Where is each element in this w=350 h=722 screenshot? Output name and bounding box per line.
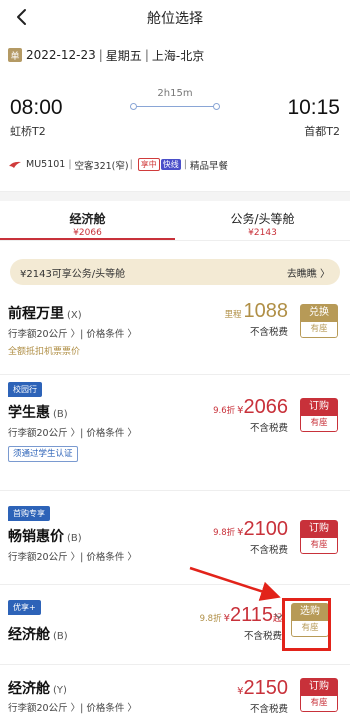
separator: | — [98, 48, 103, 62]
aircraft-type: 空客321(窄) — [74, 160, 129, 172]
row-divider — [0, 664, 350, 665]
flight-times: 08:00 虹桥T2 2h15m 10:15 首都T2 — [0, 68, 350, 138]
tab-label: 经济舱 — [69, 212, 106, 226]
fare-name: 前程万里 (X) — [8, 306, 82, 322]
tab-economy[interactable]: 经济舱 ¥2066 — [0, 201, 175, 240]
row-divider — [0, 374, 350, 375]
fare-conditions[interactable]: 行李额20公斤 〉| 价格条件 〉 — [8, 326, 137, 340]
order-button[interactable]: 订购 有座 — [300, 678, 338, 712]
tab-label: 公务/头等舱 — [230, 212, 295, 226]
arrival-airport: 首都T2 — [304, 125, 340, 138]
flight-number: MU5101 — [26, 159, 66, 170]
departure-time: 08:00 — [10, 96, 63, 119]
one-way-tag: 单 — [8, 48, 22, 62]
section-divider — [0, 191, 350, 201]
upgrade-promo-banner[interactable]: ¥2143可享公务/头等舱 去瞧瞧 〉 — [10, 259, 340, 285]
meal-info: 精品早餐 — [189, 160, 228, 172]
route-summary: 单 2022-12-23 | 星期五 | 上海-北京 — [0, 42, 350, 68]
promo-badge: 首购专享 — [8, 506, 50, 521]
fare-conditions[interactable]: 行李额20公斤 〉| 价格条件 〉 — [8, 425, 137, 439]
departure-airport: 虹桥T2 — [10, 125, 46, 138]
fare-price: 9.8折 ¥2100 不含税费 — [213, 518, 288, 556]
promo-badge: 优享+ — [8, 600, 41, 615]
fare-price: ¥2150 不含税费 — [237, 677, 288, 715]
fare-row: 前程万里 (X) 行李额20公斤 〉| 价格条件 〉 全额抵扣机票票价 里程 108… — [0, 292, 350, 372]
promo-text: ¥2143可享公务/头等舱 — [20, 268, 126, 280]
flight-date: 2022-12-23 — [26, 48, 96, 62]
order-button[interactable]: 订购 有座 — [300, 520, 338, 554]
separator: | — [144, 48, 149, 62]
separator: | — [68, 159, 72, 170]
airline-logo-icon — [9, 161, 21, 168]
fare-name: 经济舱 (Y) — [8, 681, 67, 697]
tab-business-first[interactable]: 公务/头等舱 ¥2143 — [175, 201, 350, 240]
top-bar: 舱位选择 — [0, 0, 350, 36]
fare-row: 经济舱 (Y) 行李额20公斤 〉| 价格条件 〉 ¥2150 不含税费 订购 有… — [0, 672, 350, 722]
fare-name: 畅销惠价 (B) — [8, 529, 82, 545]
separator: | — [183, 159, 187, 170]
flight-info: MU5101 | 空客321(窄) | 享中 快线 | 精品早餐 — [8, 155, 342, 174]
route-line — [134, 106, 216, 107]
promo-link[interactable]: 去瞧瞧 〉 — [287, 265, 330, 280]
fare-row: 首购专享 畅销惠价 (B) 行李额20公斤 〉| 价格条件 〉 9.8折 ¥2100… — [0, 506, 350, 586]
arrival-time: 10:15 — [287, 96, 340, 119]
flight-weekday: 星期五 — [105, 48, 142, 63]
order-button[interactable]: 订购 有座 — [300, 398, 338, 432]
fare-name: 学生惠 (B) — [8, 405, 68, 421]
route-end-dot — [213, 103, 220, 110]
tab-price: ¥2143 — [248, 228, 277, 238]
fare-row: 校园行 学生惠 (B) 行李额20公斤 〉| 价格条件 〉 须通过学生认证 9.6… — [0, 382, 350, 482]
row-divider — [0, 490, 350, 491]
annotation-highlight-box — [282, 598, 331, 651]
fare-note: 全额抵扣机票票价 — [8, 347, 81, 357]
row-divider — [0, 584, 350, 585]
fare-conditions[interactable]: 行李额20公斤 〉| 价格条件 〉 — [8, 549, 137, 563]
route-start-dot — [130, 103, 137, 110]
fare-price: 里程 1088 不含税费 — [224, 300, 288, 338]
promo-badge: 校园行 — [8, 382, 42, 397]
student-verify-tag[interactable]: 须通过学生认证 — [8, 446, 78, 462]
redeem-button[interactable]: 兑换 有座 — [300, 304, 338, 338]
fare-price: 9.8折 ¥2115起 不含税费 — [199, 604, 282, 642]
tab-price: ¥2066 — [73, 228, 102, 238]
back-arrow-icon[interactable] — [10, 5, 34, 29]
fare-price: 9.6折 ¥2066 不含税费 — [213, 396, 288, 434]
fare-name: 经济舱 (B) — [8, 627, 68, 643]
express-tag: 快线 — [160, 159, 181, 170]
page-title: 舱位选择 — [147, 11, 203, 27]
codeshare-tag: 享中 — [137, 158, 160, 171]
cabin-tabs: 经济舱 ¥2066 公务/头等舱 ¥2143 — [0, 201, 350, 241]
fare-conditions[interactable]: 行李额20公斤 〉| 价格条件 〉 — [8, 700, 137, 714]
separator: | — [129, 159, 133, 170]
flight-cities: 上海-北京 — [151, 48, 205, 63]
